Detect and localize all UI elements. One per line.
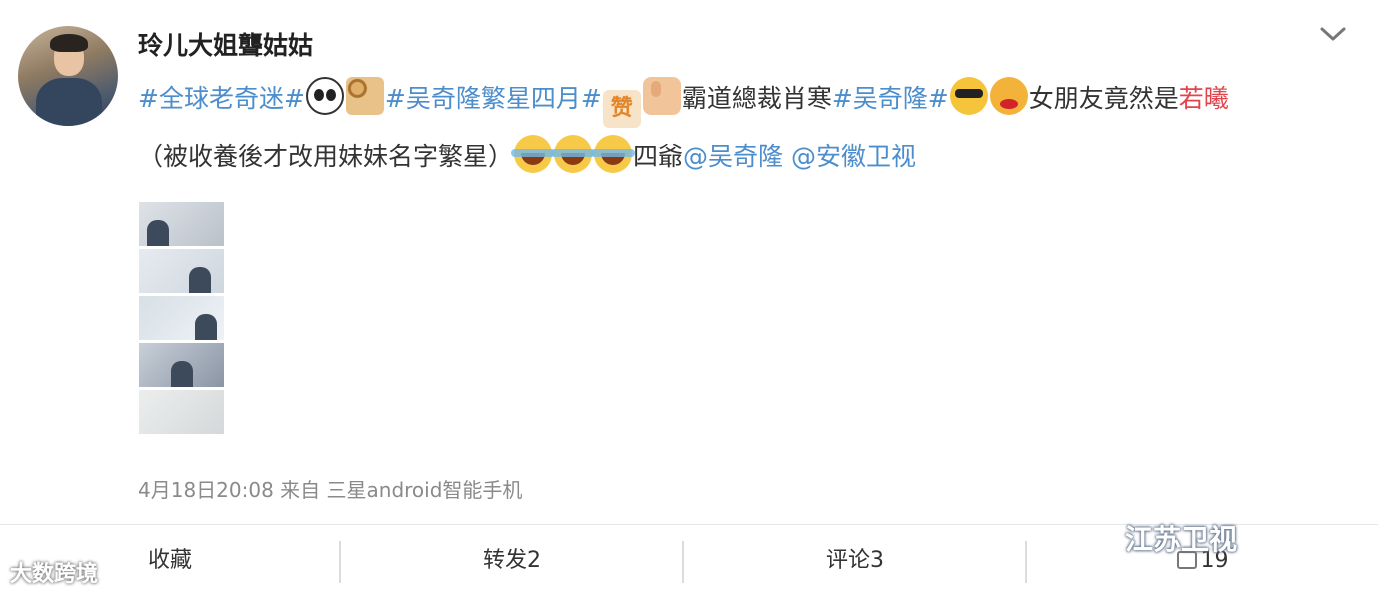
laugh-cry-emoji — [511, 135, 556, 173]
hashtag-link[interactable]: #吴奇隆繁星四月# — [385, 84, 602, 113]
bread-emoji — [345, 77, 384, 115]
post-image-thumbnail[interactable] — [139, 202, 224, 246]
comment-button[interactable]: 评论3 — [684, 525, 1026, 600]
watermark: 大数跨境 — [10, 562, 99, 587]
user-avatar[interactable] — [18, 26, 118, 126]
chevron-down-icon[interactable] — [1318, 24, 1348, 44]
repost-label: 转发2 — [483, 548, 541, 573]
panda-emoji — [305, 77, 344, 115]
hashtag-link[interactable]: #吴奇隆# — [832, 84, 949, 113]
post-text: （被收養後才改用妹妹名字繁星） — [138, 142, 514, 171]
thumbs-up-emoji — [642, 77, 681, 115]
blush-emoji — [989, 77, 1028, 115]
laugh-cry-emoji — [591, 135, 636, 173]
post-meta: 4月18日20:08 来自 三星android智能手机 — [138, 478, 523, 502]
post-text: 女朋友竟然是 — [1028, 84, 1179, 113]
post-image-thumbnail[interactable] — [139, 296, 224, 340]
hashtag-link[interactable]: #全球老奇迷# — [138, 84, 305, 113]
collect-label: 收藏 — [147, 548, 192, 573]
zan-emoji: 赞 — [602, 90, 641, 128]
comment-label: 评论3 — [826, 548, 884, 573]
mention-link[interactable]: @吴奇隆 — [683, 142, 783, 171]
watermark: 江苏卫视 — [1125, 523, 1238, 556]
post-text: 四爺 — [633, 142, 684, 171]
image-strip[interactable] — [139, 202, 225, 437]
username[interactable]: 玲儿大姐聾姑姑 — [138, 26, 313, 62]
post-image-thumbnail[interactable] — [139, 343, 224, 387]
post-image-thumbnail[interactable] — [139, 390, 224, 434]
post-body: #全球老奇迷# #吴奇隆繁星四月# 赞 霸道總裁肖寒#吴奇隆# 女朋友竟然是若曦 （被收… — [138, 70, 1358, 186]
laugh-cry-emoji — [551, 135, 596, 173]
highlight-text: 若曦 — [1178, 84, 1229, 113]
post-text: 霸道總裁肖寒 — [681, 84, 832, 113]
mention-link[interactable]: @安徽卫视 — [791, 142, 916, 171]
cool-emoji — [949, 77, 988, 115]
post-image-thumbnail[interactable] — [139, 249, 224, 293]
repost-button[interactable]: 转发2 — [341, 525, 683, 600]
